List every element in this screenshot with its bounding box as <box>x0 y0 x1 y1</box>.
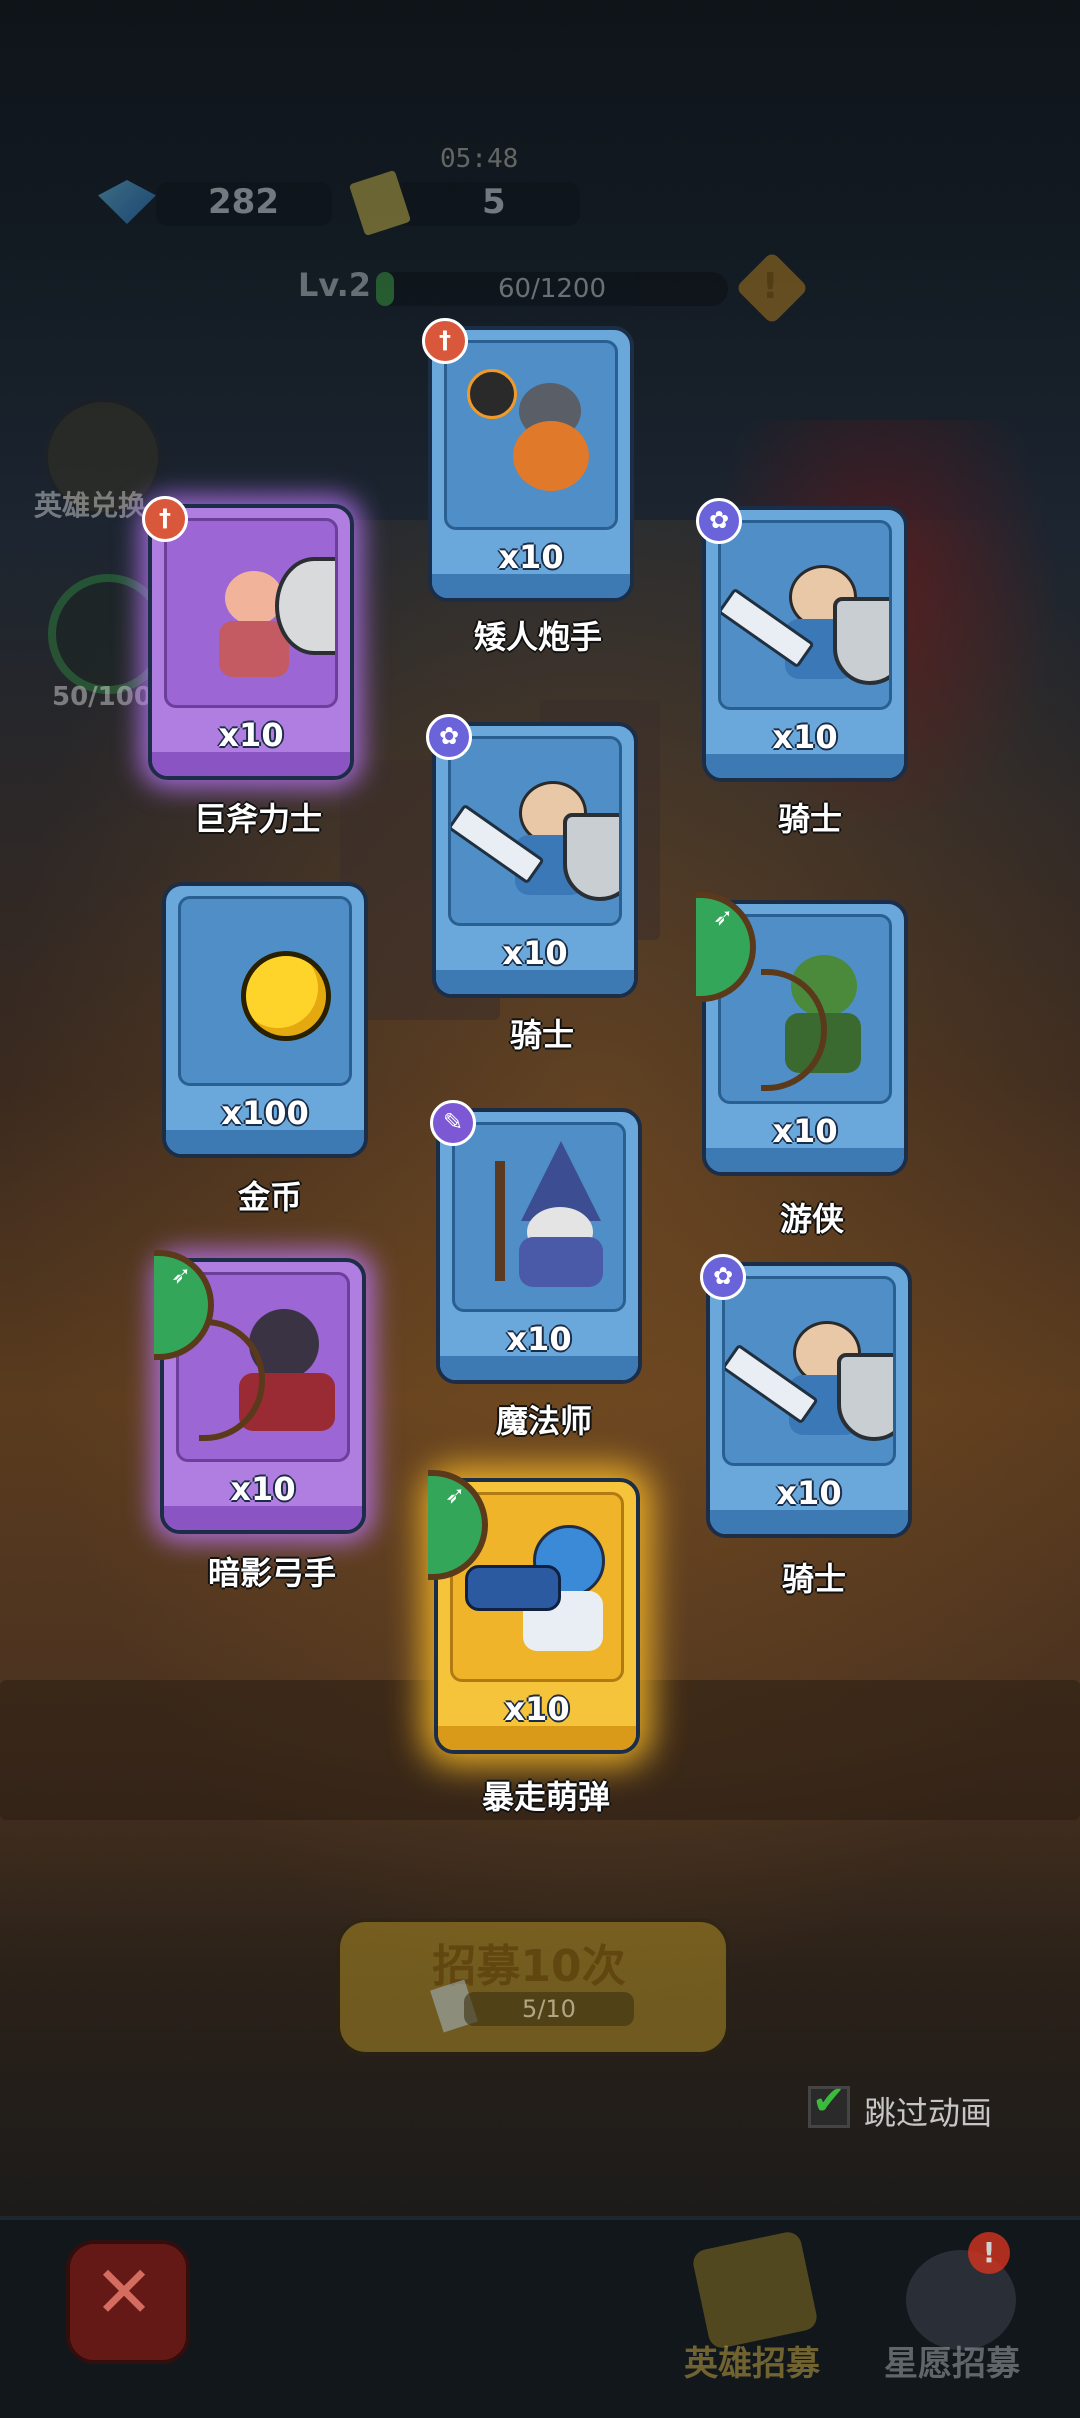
wish-recruit-label[interactable]: 星愿招募 <box>884 2336 1020 2385</box>
card-count: x10 <box>772 1112 838 1150</box>
recruit-count: 5/10 <box>522 1995 576 2023</box>
gem-counter[interactable]: 282 <box>96 176 336 236</box>
timer-label: 05:48 <box>440 144 519 174</box>
card-foot <box>440 1356 638 1380</box>
card-name-gold-coin: 金币 <box>237 1178 302 1216</box>
card-art-frame <box>164 518 338 708</box>
ticket-counter[interactable]: 5 <box>346 169 586 237</box>
card-foot <box>436 970 634 994</box>
card-count: x10 <box>506 1320 572 1358</box>
card-count: x10 <box>504 1690 570 1728</box>
staff-icon <box>495 1161 505 1281</box>
card-art-frame <box>722 1276 896 1466</box>
reward-card-rampage-gunner[interactable]: x10 ➶ <box>428 1470 640 1754</box>
card-foot <box>152 752 350 776</box>
card-name-axe-warrior: 巨斧力士 <box>193 800 322 838</box>
reward-card-knight[interactable]: x10 ✿ <box>696 498 908 782</box>
reward-card-ranger[interactable]: x10 ➶ <box>696 892 908 1176</box>
wand-class-icon: ✎ <box>430 1100 476 1146</box>
paw-class-icon: ✿ <box>700 1254 746 1300</box>
card-count: x10 <box>230 1470 296 1508</box>
xp-bar: 60/1200 <box>376 272 728 306</box>
checkmark-icon: ✔ <box>812 2078 846 2124</box>
card-foot <box>164 1506 362 1530</box>
close-icon: ✕ <box>93 2250 155 2334</box>
ticket-count: 5 <box>482 182 506 222</box>
paw-class-icon: ✿ <box>426 714 472 760</box>
card-count: x100 <box>221 1094 309 1132</box>
progress-label: 50/100 <box>52 682 152 712</box>
card-count: x10 <box>772 718 838 756</box>
card-foot <box>710 1510 908 1534</box>
reward-card-knight[interactable]: x10 ✿ <box>426 714 638 998</box>
card-art-frame <box>448 736 622 926</box>
card-art-frame <box>178 896 352 1086</box>
gold-coin-icon <box>241 951 331 1041</box>
reward-card-dwarf-gunner[interactable]: x10 † <box>422 318 634 602</box>
reward-card-axe-warrior[interactable]: x10 † <box>142 496 354 780</box>
hero-recruit-label[interactable]: 英雄招募 <box>684 2336 820 2385</box>
card-count: x10 <box>498 538 564 576</box>
sword-class-icon: † <box>142 496 188 542</box>
card-name-knight: 骑士 <box>781 1560 846 1598</box>
card-foot <box>706 754 904 778</box>
card-name-dwarf-gunner: 矮人炮手 <box>473 618 602 656</box>
gem-count: 282 <box>208 182 279 222</box>
card-count: x10 <box>776 1474 842 1512</box>
reward-card-gold-coin[interactable]: x100 <box>162 882 368 1158</box>
skip-animation-label: 跳过动画 <box>864 2094 993 2132</box>
card-foot <box>432 574 630 598</box>
shield-icon <box>563 813 619 901</box>
reward-card-shadow-archer[interactable]: x10 ➶ <box>154 1250 366 1534</box>
shield-icon <box>837 1353 893 1441</box>
wizard-robe <box>519 1237 603 1287</box>
card-foot <box>438 1726 636 1750</box>
level-label: Lv.2 <box>298 266 372 304</box>
card-art-frame <box>444 340 618 530</box>
card-name-knight: 骑士 <box>777 800 842 838</box>
card-name-shadow-archer: 暗影弓手 <box>207 1554 336 1592</box>
bomb-icon <box>467 369 517 419</box>
card-count: x10 <box>218 716 284 754</box>
recruit-10-label: 招募10次 <box>432 1941 626 1992</box>
alert-badge: ! <box>968 2232 1010 2274</box>
card-name-mage: 魔法师 <box>495 1402 592 1440</box>
card-name-knight: 骑士 <box>509 1016 574 1054</box>
card-count: x10 <box>502 934 568 972</box>
ticket-icon <box>348 169 412 237</box>
card-art-frame <box>718 520 892 710</box>
warrior-body <box>219 621 289 677</box>
warrior-head <box>225 571 283 625</box>
dwarf-beard <box>513 421 589 491</box>
card-art-frame <box>452 1122 626 1312</box>
warning-mark: ! <box>762 266 779 307</box>
shield-icon <box>833 597 889 685</box>
card-foot <box>706 1148 904 1172</box>
card-foot <box>166 1130 364 1154</box>
card-name-rampage-gunner: 暴走萌弹 <box>481 1778 610 1816</box>
paw-class-icon: ✿ <box>696 498 742 544</box>
card-name-ranger: 游侠 <box>779 1200 844 1238</box>
gem-icon <box>98 180 156 224</box>
hero-exchange-label: 英雄兑换 <box>34 489 147 522</box>
reward-card-mage[interactable]: x10 ✎ <box>430 1100 642 1384</box>
cannon-icon <box>465 1565 561 1611</box>
sword-class-icon: † <box>422 318 468 364</box>
xp-text: 60/1200 <box>497 274 606 304</box>
reward-card-knight[interactable]: x10 ✿ <box>700 1254 912 1538</box>
